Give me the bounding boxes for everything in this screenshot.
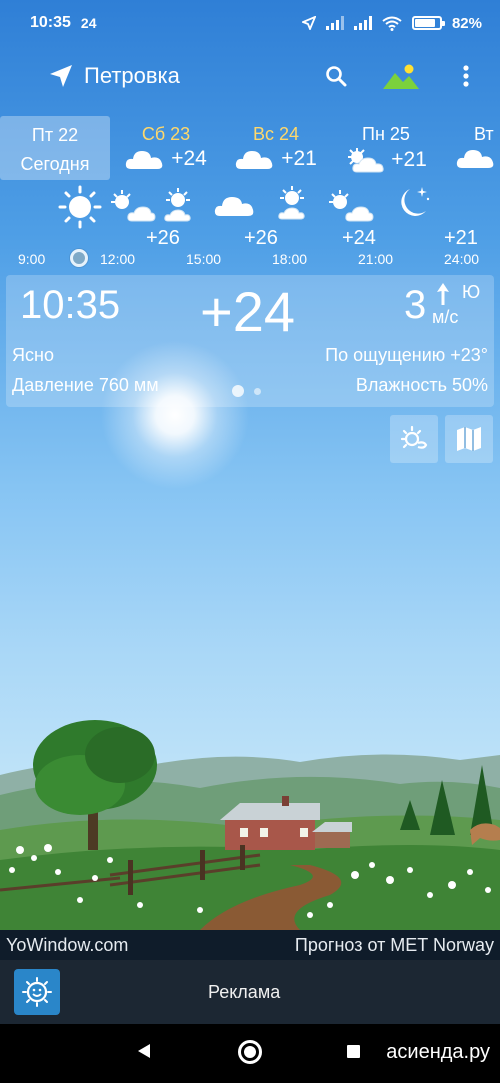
wifi-icon xyxy=(382,16,402,31)
day-name: Вт xyxy=(474,124,494,144)
yowindow-logo-icon xyxy=(14,969,60,1015)
hourly-time: 24:00 xyxy=(444,251,480,267)
status-time: 10:35 xyxy=(30,14,71,31)
wind-speed: 3 xyxy=(404,283,427,327)
recent-apps-icon[interactable] xyxy=(347,1045,360,1058)
day-today[interactable]: Пт 22 Сегодня xyxy=(0,116,110,180)
signal-2-icon xyxy=(353,16,372,30)
sun-cloud-icon xyxy=(111,190,156,222)
location-arrow-icon xyxy=(301,16,316,30)
feels-like: По ощущению +23° xyxy=(325,345,488,365)
cloud-icon xyxy=(236,151,273,169)
map-icon xyxy=(457,427,481,451)
sun-glow xyxy=(100,340,250,490)
hourly-forecast: +26 +26 +24 +21 9:00 12:00 15:00 18:00 2… xyxy=(0,185,500,270)
hourly-temp: +24 xyxy=(342,227,376,249)
navigation-arrow-icon[interactable] xyxy=(48,63,74,89)
app-header: Петровка xyxy=(0,52,500,100)
wind-unit: м/с xyxy=(432,307,459,327)
sun-cloud-icon xyxy=(348,148,384,173)
day-name: Вс 24 xyxy=(252,124,300,144)
map-button[interactable] xyxy=(445,415,493,463)
system-nav-bar: асиенда.ру xyxy=(0,1024,500,1083)
today-label: Сегодня xyxy=(20,154,90,174)
current-weather-panel[interactable]: 10:35 +24 3 Ю м/с Ясно По ощущению +23° … xyxy=(6,275,494,407)
day-temp: +24 xyxy=(171,147,207,170)
hourly-temp: +26 xyxy=(146,227,180,249)
sun-wind-icon xyxy=(400,425,428,449)
sun-icon xyxy=(58,185,102,229)
location-name[interactable]: Петровка xyxy=(84,63,180,89)
search-icon xyxy=(326,66,347,87)
more-menu-button[interactable] xyxy=(450,60,482,92)
landscape-icon xyxy=(383,64,419,89)
daily-forecast-strip: Пт 22 Сегодня Сб 23 +24 Вс 24 +21 Пн 25 … xyxy=(0,113,500,183)
hourly-time: 9:00 xyxy=(18,251,46,267)
day-name: Сб 23 xyxy=(141,124,191,144)
current-time-marker[interactable] xyxy=(70,249,88,267)
day-item[interactable]: Вс 24 +21 xyxy=(216,116,336,171)
yowindow-link[interactable]: YoWindow.com xyxy=(6,935,128,956)
more-vertical-icon xyxy=(463,65,469,87)
credits-bar: YoWindow.com Прогноз от MET Norway xyxy=(0,930,500,960)
sun-cloud-icon xyxy=(329,190,374,222)
home-icon[interactable] xyxy=(238,1040,262,1064)
watermark: асиенда.ру xyxy=(386,1041,490,1063)
battery-percent: 82% xyxy=(451,14,482,32)
search-button[interactable] xyxy=(320,60,352,92)
humidity: Влажность 50% xyxy=(355,375,488,395)
hourly-time: 21:00 xyxy=(358,251,394,267)
current-temp: +24 xyxy=(200,280,295,343)
landscape-button[interactable] xyxy=(382,60,420,92)
back-icon[interactable] xyxy=(137,1043,151,1059)
sun-cloud-icon xyxy=(164,188,191,222)
weather-condition: Ясно xyxy=(12,345,54,365)
weather-layers-button[interactable] xyxy=(390,415,438,463)
wind-direction: Ю xyxy=(462,282,481,302)
sun-cloud-icon xyxy=(278,186,305,220)
wind-arrow-icon xyxy=(437,283,449,305)
cloud-icon xyxy=(214,197,254,216)
ad-banner[interactable]: Реклама xyxy=(0,960,500,1024)
status-bar: 10:35 24 82% xyxy=(0,0,500,46)
today-name: Пт 22 xyxy=(31,125,79,145)
forecast-source[interactable]: Прогноз от MET Norway xyxy=(295,935,494,956)
hourly-time: 12:00 xyxy=(100,251,136,267)
page-dot xyxy=(254,387,261,395)
cloud-icon xyxy=(456,150,494,168)
moon-icon xyxy=(401,187,430,216)
hourly-temp: +26 xyxy=(244,227,278,249)
ad-label: Реклама xyxy=(208,981,281,1002)
current-time: 10:35 xyxy=(20,283,121,327)
hourly-time: 15:00 xyxy=(186,251,222,267)
day-temp: +21 xyxy=(281,147,317,170)
cloud-icon xyxy=(126,151,163,169)
battery-icon xyxy=(411,16,445,30)
landscape-illustration xyxy=(0,720,500,930)
day-item[interactable]: Сб 23 +24 xyxy=(106,116,226,171)
hourly-temp: +21 xyxy=(444,227,478,249)
signal-icon xyxy=(325,16,344,30)
status-temp-badge: 24 xyxy=(80,15,97,31)
day-item[interactable]: Вт xyxy=(420,116,500,169)
hourly-time: 18:00 xyxy=(272,251,308,267)
